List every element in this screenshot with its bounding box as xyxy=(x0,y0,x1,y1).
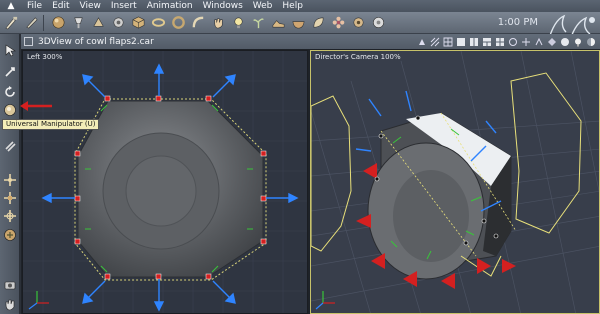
menu-edit[interactable]: Edit xyxy=(47,0,74,12)
left-viewport-label: Left 300% xyxy=(27,53,63,61)
view-window-title: 3DView of cowl flaps2.car xyxy=(38,36,154,47)
light-bulb-icon[interactable] xyxy=(572,36,583,47)
view-title-bar: 3DView of cowl flaps2.car xyxy=(21,34,600,49)
left-viewport-scene xyxy=(23,51,307,313)
pen-icon[interactable] xyxy=(22,14,40,32)
menu-help[interactable]: Help xyxy=(277,0,308,12)
camera-top-icon[interactable] xyxy=(533,36,544,47)
cube-icon[interactable] xyxy=(129,14,147,32)
layout-3-icon[interactable] xyxy=(481,36,492,47)
hand-icon[interactable] xyxy=(209,14,227,32)
rotate-icon[interactable] xyxy=(2,84,18,100)
layout-4-icon[interactable] xyxy=(494,36,505,47)
toolbar-divider xyxy=(43,14,44,31)
menu-bar: ▲ File Edit View Insert Animation Window… xyxy=(0,0,600,12)
app-logo-icon[interactable]: ▲ xyxy=(0,0,22,12)
axis-triad-icon xyxy=(315,291,335,310)
view-controls xyxy=(414,36,596,47)
universal-manipulator-icon[interactable] xyxy=(2,102,18,118)
menu-view[interactable]: View xyxy=(75,0,106,12)
move-icon[interactable] xyxy=(2,64,18,80)
cowl-hub xyxy=(125,155,197,227)
light-icon[interactable] xyxy=(229,14,247,32)
close-icon[interactable] xyxy=(24,37,33,46)
layout-1-icon[interactable] xyxy=(455,36,466,47)
menu-animation[interactable]: Animation xyxy=(142,0,198,12)
shade-icon[interactable] xyxy=(546,36,557,47)
menu-windows[interactable]: Windows xyxy=(198,0,248,12)
gear-small-icon[interactable] xyxy=(349,14,367,32)
tooltip: Universal Manipulator (U) xyxy=(2,119,100,130)
camera-side-icon[interactable] xyxy=(520,36,531,47)
spotlight-icon[interactable] xyxy=(69,14,87,32)
link-icon[interactable] xyxy=(2,138,18,154)
brush-icon[interactable] xyxy=(2,14,20,32)
gear-icon[interactable] xyxy=(109,14,127,32)
menu-insert[interactable]: Insert xyxy=(106,0,142,12)
3d-view-window: 3DView of cowl flaps2.car Left 300% Dire… xyxy=(21,34,600,314)
half-moon-icon[interactable] xyxy=(585,36,596,47)
scale-icon[interactable] xyxy=(2,190,18,206)
camera-front-icon[interactable] xyxy=(507,36,518,47)
shoe-icon[interactable] xyxy=(269,14,287,32)
group-icon[interactable] xyxy=(2,208,18,224)
torus-icon[interactable] xyxy=(169,14,187,32)
layout-2-icon[interactable] xyxy=(468,36,479,47)
main-toolbar: 1:00 PM xyxy=(0,12,600,43)
disc-icon[interactable] xyxy=(369,14,387,32)
magnet-icon[interactable] xyxy=(2,227,18,243)
annotation-arrow xyxy=(20,101,52,111)
menu-web[interactable]: Web xyxy=(248,0,278,12)
wire-ring-right xyxy=(510,72,582,234)
arrow-select-icon[interactable] xyxy=(2,42,18,58)
flower-icon[interactable] xyxy=(329,14,347,32)
camera-viewport-label: Director's Camera 100% xyxy=(315,53,401,61)
left-viewport[interactable]: Left 300% xyxy=(22,50,308,314)
menu-file[interactable]: File xyxy=(22,0,47,12)
sphere-shade-icon[interactable] xyxy=(559,36,570,47)
render-full-icon[interactable] xyxy=(416,36,427,47)
camera-viewport-scene xyxy=(311,51,599,313)
grid-icon[interactable] xyxy=(442,36,453,47)
translate-icon[interactable] xyxy=(2,172,18,188)
shape-icon[interactable] xyxy=(89,14,107,32)
directors-camera-viewport[interactable]: Director's Camera 100% xyxy=(310,50,600,314)
wireframe-icon[interactable] xyxy=(429,36,440,47)
clock-display: 1:00 PM xyxy=(497,17,538,28)
hand-pan-icon[interactable] xyxy=(2,296,18,312)
ring-icon[interactable] xyxy=(149,14,167,32)
bend-icon[interactable] xyxy=(189,14,207,32)
camera-icon[interactable] xyxy=(2,277,18,293)
sphere-icon[interactable] xyxy=(49,14,67,32)
cowl-front-inner xyxy=(393,170,469,262)
sprout-icon[interactable] xyxy=(249,14,267,32)
leaf-icon[interactable] xyxy=(309,14,327,32)
bowl-icon[interactable] xyxy=(289,14,307,32)
tool-palette xyxy=(0,34,20,314)
axis-triad-icon xyxy=(28,291,49,310)
